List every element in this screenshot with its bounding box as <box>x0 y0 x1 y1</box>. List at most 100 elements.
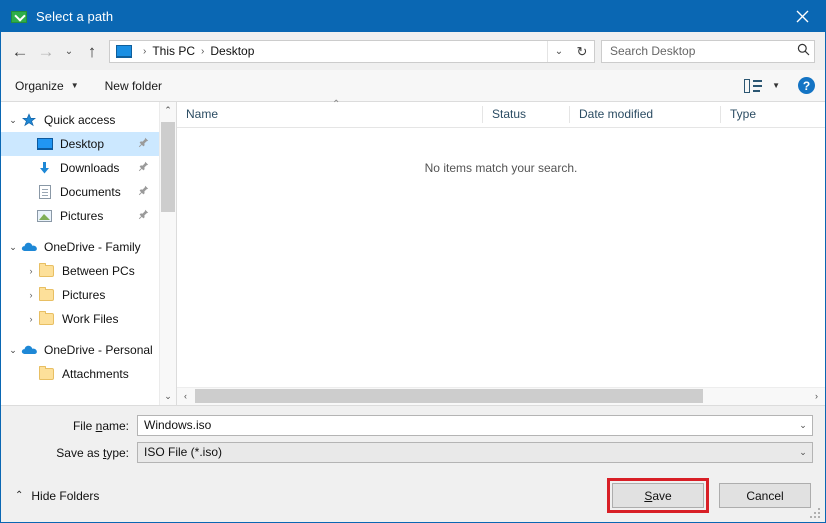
back-button[interactable]: ← <box>7 38 33 64</box>
save-button[interactable]: Save <box>612 483 704 508</box>
sidebar-item-documents[interactable]: Documents <box>1 180 159 204</box>
column-header-name[interactable]: Name <box>177 106 482 123</box>
chevron-right-icon[interactable]: › <box>23 266 39 276</box>
sidebar-vertical-scrollbar[interactable]: ⌃ ⌄ <box>159 102 176 405</box>
file-list-pane: Name Status Date modified Type ⌃ No item… <box>177 99 825 405</box>
file-name-row: File name: ⌄ <box>13 415 813 436</box>
recent-locations-button[interactable]: ⌄ <box>59 38 79 64</box>
sidebar-item-onedrive-family[interactable]: ⌄ OneDrive - Family <box>1 235 159 259</box>
title-bar: Select a path <box>1 1 825 32</box>
view-options-button[interactable]: ▼ <box>744 78 780 93</box>
pin-icon[interactable] <box>138 161 149 175</box>
this-pc-monitor-icon <box>116 44 132 58</box>
chevron-down-icon[interactable]: ⌄ <box>5 345 21 355</box>
column-header-type[interactable]: Type <box>720 106 820 123</box>
resize-grip[interactable] <box>810 508 822 520</box>
chevron-right-icon[interactable]: › <box>23 314 39 324</box>
sidebar-item-between-pcs[interactable]: › Between PCs <box>1 259 159 283</box>
view-details-icon <box>744 78 763 93</box>
new-folder-button[interactable]: New folder <box>105 79 162 93</box>
monitor-icon <box>37 137 54 152</box>
pin-icon[interactable] <box>138 137 149 151</box>
sidebar-item-label: Desktop <box>60 137 105 151</box>
sidebar-item-label: Pictures <box>62 288 106 302</box>
sidebar-item-label: OneDrive - Family <box>44 240 141 254</box>
sidebar-item-label: Pictures <box>60 209 104 223</box>
breadcrumb-item-desktop[interactable]: Desktop <box>210 44 254 58</box>
folder-icon <box>39 310 56 327</box>
column-headers: Name Status Date modified Type ⌃ <box>177 99 825 128</box>
search-input[interactable] <box>602 44 792 58</box>
forward-arrow-icon: → <box>37 41 55 61</box>
help-button[interactable]: ? <box>798 77 815 94</box>
toolbar: Organize ▼ New folder ▼ ? <box>1 70 825 102</box>
empty-state-message: No items match your search. <box>424 161 578 175</box>
sidebar-scroll-thumb[interactable] <box>161 122 175 212</box>
sort-ascending-icon: ⌃ <box>332 99 341 110</box>
close-icon[interactable] <box>779 1 825 32</box>
hide-folders-button[interactable]: ⌃ Hide Folders <box>15 489 99 503</box>
scroll-down-icon[interactable]: ⌄ <box>160 388 176 405</box>
column-header-status[interactable]: Status <box>482 106 569 123</box>
address-dropdown-icon[interactable]: ⌄ <box>547 40 570 62</box>
sidebar-item-label: Between PCs <box>62 264 135 278</box>
search-icon <box>792 43 814 59</box>
picture-icon <box>37 209 54 224</box>
chevron-down-icon[interactable]: ⌄ <box>794 416 812 435</box>
column-header-date-modified[interactable]: Date modified <box>569 106 720 123</box>
sidebar-item-onedrive-personal[interactable]: ⌄ OneDrive - Personal <box>1 338 159 362</box>
pin-icon[interactable] <box>138 185 149 199</box>
chevron-down-icon[interactable]: ⌄ <box>794 443 812 462</box>
save-as-type-value: ISO File (*.iso) <box>144 445 223 459</box>
breadcrumb-item-this-pc[interactable]: This PC <box>152 44 195 58</box>
scroll-up-icon[interactable]: ⌃ <box>160 102 176 119</box>
chevron-down-icon[interactable]: ⌄ <box>5 242 21 252</box>
sidebar-item-work-files[interactable]: › Work Files <box>1 307 159 331</box>
folder-tree: ⌄ Quick access Desktop Downloads Documen… <box>1 102 159 405</box>
address-bar: ← → ⌄ ↑ › This PC › Desktop ⌄ ↻ <box>1 32 825 70</box>
breadcrumb-separator: › <box>201 45 205 57</box>
organize-button[interactable]: Organize ▼ <box>15 79 79 93</box>
chevron-down-icon[interactable]: ⌄ <box>5 115 21 125</box>
document-icon <box>37 184 54 200</box>
sidebar-item-downloads[interactable]: Downloads <box>1 156 159 180</box>
scroll-right-icon[interactable]: › <box>808 388 825 404</box>
back-arrow-icon: ← <box>11 41 29 61</box>
folder-icon <box>39 262 56 279</box>
sidebar-item-onedrive-pictures[interactable]: › Pictures <box>1 283 159 307</box>
folder-icon <box>39 286 56 303</box>
form-area: File name: ⌄ Save as type: ISO File (*.i… <box>1 405 825 469</box>
cloud-icon <box>21 343 38 358</box>
save-as-type-label: Save as type: <box>56 445 129 460</box>
sidebar-item-quick-access[interactable]: ⌄ Quick access <box>1 108 159 132</box>
forward-button[interactable]: → <box>33 38 59 64</box>
navigation-sidebar: ⌄ Quick access Desktop Downloads Documen… <box>1 102 177 405</box>
star-icon <box>21 112 38 128</box>
horizontal-scroll-thumb[interactable] <box>195 389 703 403</box>
file-list-body[interactable]: No items match your search. <box>177 128 825 387</box>
file-name-combo[interactable]: ⌄ <box>137 415 813 436</box>
chevron-down-icon: ⌄ <box>64 45 74 57</box>
chevron-up-icon: ⌃ <box>15 490 24 501</box>
scroll-left-icon[interactable]: ‹ <box>177 388 194 404</box>
pin-icon[interactable] <box>138 209 149 223</box>
chevron-right-icon[interactable]: › <box>23 290 39 300</box>
refresh-icon[interactable]: ↻ <box>570 41 594 62</box>
up-button[interactable]: ↑ <box>79 38 105 64</box>
sidebar-item-label: Quick access <box>44 113 116 127</box>
save-as-type-combo[interactable]: ISO File (*.iso) ⌄ <box>137 442 813 463</box>
sidebar-item-desktop[interactable]: Desktop <box>1 132 159 156</box>
breadcrumb[interactable]: › This PC › Desktop ⌄ ↻ <box>109 39 595 63</box>
folder-icon <box>39 365 56 382</box>
save-button-highlight: Save <box>607 478 709 513</box>
sidebar-item-attachments[interactable]: Attachments <box>1 362 159 386</box>
sidebar-item-pictures[interactable]: Pictures <box>1 204 159 228</box>
search-box[interactable] <box>601 39 815 63</box>
cancel-button[interactable]: Cancel <box>719 483 811 508</box>
file-name-input[interactable] <box>138 416 794 435</box>
chevron-down-icon: ▼ <box>772 81 780 90</box>
hide-folders-label: Hide Folders <box>31 488 100 503</box>
save-arrow-icon <box>11 9 27 25</box>
download-icon <box>37 161 54 176</box>
file-list-horizontal-scrollbar[interactable]: ‹ › <box>177 387 825 405</box>
